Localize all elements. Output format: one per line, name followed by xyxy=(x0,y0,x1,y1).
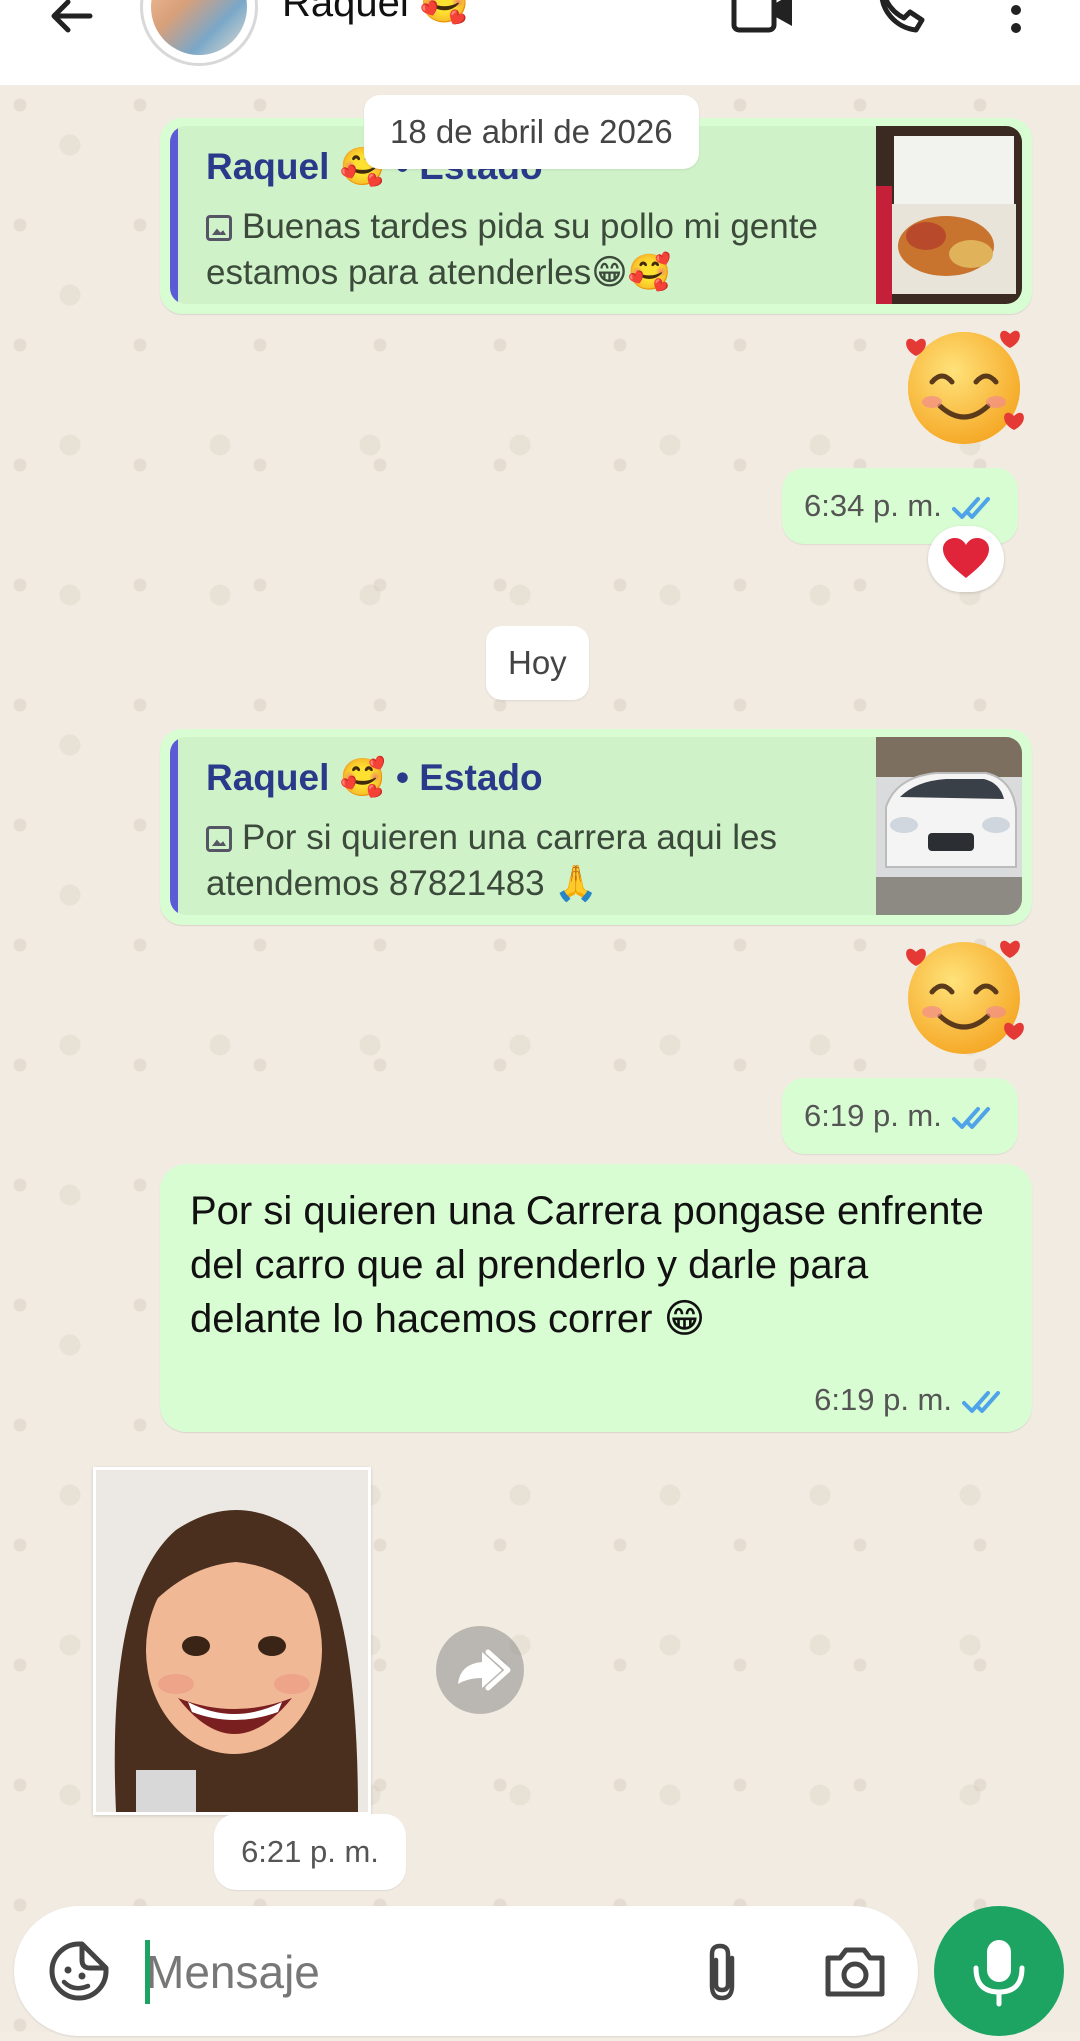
reply-text: Por si quieren una carrera aqui les aten… xyxy=(206,818,778,903)
contact-avatar[interactable] xyxy=(140,0,258,66)
sticker-icon[interactable] xyxy=(48,1940,110,2002)
more-options-icon[interactable] xyxy=(996,0,1036,40)
chat-header: Raquel 🥰 xyxy=(0,0,1080,85)
smiling-hearts-emoji xyxy=(906,330,1024,444)
status-reply-card[interactable]: Raquel 🥰 • Estado Por si quieren una car… xyxy=(170,737,1022,915)
camera-icon[interactable] xyxy=(822,1942,888,2002)
reply-text-block: Por si quieren una carrera aqui les aten… xyxy=(206,815,826,907)
voice-message-button[interactable] xyxy=(934,1906,1064,2036)
contact-name[interactable]: Raquel 🥰 xyxy=(282,0,470,28)
status-thumbnail-car xyxy=(876,737,1022,915)
heart-reaction-icon xyxy=(943,538,989,578)
reply-author: Raquel 🥰 xyxy=(206,146,386,187)
message-time: 6:34 p. m. xyxy=(804,488,942,523)
reply-text: Buenas tardes pida su pollo mi gente est… xyxy=(206,207,818,292)
reply-accent-bar xyxy=(170,737,178,915)
text-cursor xyxy=(145,1940,150,2004)
avatar-photo xyxy=(151,0,247,55)
forward-button[interactable] xyxy=(436,1626,524,1714)
message-text: Por si quieren una Carrera pongase enfre… xyxy=(190,1189,984,1341)
read-ticks-icon xyxy=(962,1390,1000,1413)
outgoing-text-bubble[interactable]: Por si quieren una Carrera pongase enfre… xyxy=(160,1164,1032,1432)
image-icon xyxy=(206,826,232,852)
reply-accent-bar xyxy=(170,126,178,304)
reply-source: Estado xyxy=(419,757,543,798)
message-input[interactable] xyxy=(144,1936,668,2008)
message-composer xyxy=(14,1906,918,2036)
microphone-icon xyxy=(973,1940,1025,2007)
date-separator-today: Hoy xyxy=(486,626,589,700)
date-separator: 18 de abril de 2026 xyxy=(364,95,699,169)
incoming-image[interactable] xyxy=(93,1467,371,1815)
reply-author: Raquel 🥰 xyxy=(206,757,386,798)
message-timestamp: 6:19 p. m. xyxy=(782,1078,1018,1154)
reply-header: Raquel 🥰 • Estado xyxy=(206,757,543,800)
image-timestamp: 6:21 p. m. xyxy=(214,1814,406,1890)
child-photo xyxy=(96,1470,368,1812)
status-thumbnail-food xyxy=(876,126,1022,304)
back-arrow-icon[interactable] xyxy=(40,0,100,46)
read-ticks-icon xyxy=(951,496,990,519)
message-timestamp: 6:19 p. m. xyxy=(814,1382,1008,1418)
video-call-icon[interactable] xyxy=(728,0,798,40)
forward-icon xyxy=(458,1649,511,1691)
message-time: 6:19 p. m. xyxy=(804,1098,942,1133)
reply-separator: • xyxy=(396,757,409,798)
phone-icon[interactable] xyxy=(866,0,936,40)
reaction-badge[interactable] xyxy=(928,526,1004,592)
read-ticks-icon xyxy=(951,1106,990,1129)
attachment-icon[interactable] xyxy=(694,1942,750,2004)
smiling-hearts-emoji xyxy=(906,940,1024,1054)
message-time: 6:19 p. m. xyxy=(814,1382,952,1417)
image-icon xyxy=(206,215,232,241)
reply-text-block: Buenas tardes pida su pollo mi gente est… xyxy=(206,204,826,296)
